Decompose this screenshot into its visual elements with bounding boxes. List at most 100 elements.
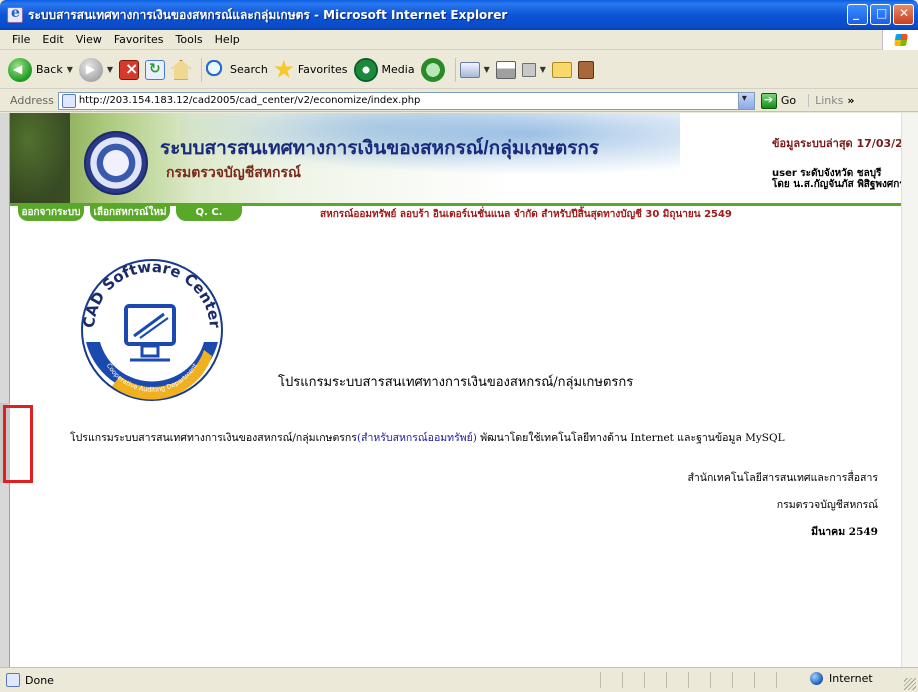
title-bar[interactable]: ระบบสารสนเทศทางการเงินของสหกรณ์และกลุ่มเ… bbox=[0, 0, 918, 30]
tab-qc[interactable]: Q. C. bbox=[176, 203, 242, 221]
mail-button[interactable]: ▼ bbox=[459, 61, 490, 78]
tab-logout[interactable]: ออกจากระบบ bbox=[18, 203, 84, 221]
media-button[interactable]: Media bbox=[353, 57, 415, 82]
maximize-button[interactable]: □ bbox=[870, 4, 891, 25]
search-label: Search bbox=[230, 63, 268, 76]
favorites-button[interactable]: Favorites bbox=[274, 59, 348, 80]
program-title: โปรแกรมระบบสารสนเทศทางการเงินของสหกรณ์/ก… bbox=[278, 375, 634, 390]
page-icon bbox=[61, 93, 76, 108]
address-input[interactable]: http://203.154.183.12/cad2005/cad_center… bbox=[57, 91, 755, 110]
resize-grip-icon[interactable] bbox=[904, 678, 916, 690]
maximize-icon: □ bbox=[876, 6, 888, 20]
address-bar: Address http://203.154.183.12/cad2005/ca… bbox=[0, 90, 918, 112]
menu-view[interactable]: View bbox=[70, 33, 108, 46]
print-button[interactable] bbox=[495, 60, 516, 79]
status-pane bbox=[710, 672, 732, 688]
site-banner: ระบบสารสนเทศทางการเงินของสหกรณ์/กลุ่มเกษ… bbox=[10, 113, 918, 203]
links-button[interactable]: Links» bbox=[808, 94, 854, 107]
print-icon bbox=[495, 60, 516, 79]
page-viewport: ระบบสารสนเทศทางการเงินของสหกรณ์/กลุ่มเกษ… bbox=[10, 113, 918, 667]
status-pane bbox=[732, 672, 754, 688]
menu-help[interactable]: Help bbox=[209, 33, 246, 46]
refresh-button[interactable] bbox=[145, 59, 166, 80]
tab-select-coop[interactable]: เลือกสหกรณ์ใหม่ bbox=[90, 203, 170, 221]
zone-label: Internet bbox=[829, 672, 873, 685]
close-button[interactable]: ✕ bbox=[893, 4, 914, 25]
toolbar-separator bbox=[454, 57, 456, 82]
site-subtitle: กรมตรวจบัญชีสหกรณ์ bbox=[166, 164, 301, 180]
user-name-text: โดย น.ส.กัญจันภัส พิสิฐพงศกร bbox=[772, 179, 905, 190]
department-seal-logo bbox=[84, 131, 148, 195]
search-icon bbox=[206, 59, 227, 80]
forward-arrow-icon bbox=[78, 57, 103, 82]
home-button[interactable] bbox=[171, 59, 192, 80]
last-update-text: ข้อมูลระบบล่าสุด 17/03/2549 bbox=[772, 137, 918, 150]
address-label: Address bbox=[10, 94, 54, 107]
status-pane bbox=[622, 672, 644, 688]
nav-strip: ออกจากระบบ เลือกสหกรณ์ใหม่ Q. C. สหกรณ์อ… bbox=[10, 203, 918, 223]
back-button[interactable]: Back ▼ bbox=[8, 57, 73, 82]
go-arrow-icon bbox=[760, 92, 777, 109]
status-pane bbox=[776, 672, 798, 688]
forward-button[interactable]: ▼ bbox=[78, 57, 113, 82]
links-label: Links bbox=[815, 94, 844, 107]
research-button[interactable] bbox=[577, 60, 594, 79]
status-pane bbox=[600, 672, 622, 688]
refresh-icon bbox=[145, 59, 166, 80]
edit-dropdown-icon[interactable]: ▼ bbox=[540, 65, 546, 74]
vertical-scrollbar[interactable] bbox=[901, 113, 918, 667]
window-controls: _ □ ✕ bbox=[847, 4, 914, 25]
stop-button[interactable] bbox=[119, 59, 140, 80]
release-date: มีนาคม 2549 bbox=[811, 526, 878, 538]
description-suffix: พัฒนาโดยใช้เทคโนโลยีทางด้าน Internet และ… bbox=[476, 432, 785, 444]
go-label: Go bbox=[780, 94, 797, 107]
research-icon bbox=[577, 60, 594, 79]
favorites-star-icon bbox=[274, 59, 294, 78]
links-chevron-icon: » bbox=[847, 94, 855, 107]
tree-decoration bbox=[10, 113, 70, 203]
security-zone[interactable]: Internet bbox=[810, 672, 873, 685]
media-label: Media bbox=[381, 63, 415, 76]
discuss-button[interactable] bbox=[551, 61, 572, 78]
ie-icon bbox=[7, 5, 23, 23]
highlight-box bbox=[3, 405, 33, 483]
back-label: Back bbox=[36, 63, 63, 76]
savings-coop-link[interactable]: (สำหรับสหกรณ์ออมทรัพย์) bbox=[357, 432, 477, 444]
menu-tools[interactable]: Tools bbox=[170, 33, 209, 46]
menu-edit[interactable]: Edit bbox=[36, 33, 69, 46]
history-icon bbox=[420, 57, 445, 82]
globe-icon bbox=[810, 672, 823, 685]
menu-file[interactable]: File bbox=[6, 33, 36, 46]
minimize-button[interactable]: _ bbox=[847, 4, 868, 25]
status-pane bbox=[644, 672, 666, 688]
status-pane bbox=[688, 672, 710, 688]
back-dropdown-icon[interactable]: ▼ bbox=[67, 65, 73, 74]
mail-icon bbox=[459, 61, 480, 78]
status-pane bbox=[754, 672, 776, 688]
toolbar: Back ▼ ▼ Search Favorites Media ▼ ▼ bbox=[0, 51, 918, 89]
back-arrow-icon bbox=[8, 57, 32, 82]
menu-favorites[interactable]: Favorites bbox=[108, 33, 170, 46]
forward-dropdown-icon[interactable]: ▼ bbox=[107, 65, 113, 74]
stop-icon bbox=[119, 59, 140, 80]
media-icon bbox=[353, 57, 378, 82]
department-name: กรมตรวจบัญชีสหกรณ์ bbox=[776, 499, 878, 511]
status-panes bbox=[600, 672, 798, 688]
history-button[interactable] bbox=[420, 57, 445, 82]
edit-icon bbox=[521, 62, 536, 77]
status-pane bbox=[666, 672, 688, 688]
minimize-icon: _ bbox=[853, 6, 859, 20]
left-frame-bar[interactable] bbox=[0, 113, 10, 667]
page-done-icon bbox=[6, 673, 20, 687]
toolbar-separator bbox=[201, 57, 203, 82]
search-button[interactable]: Search bbox=[206, 59, 268, 80]
description-prefix: โปรแกรมระบบสารสนเทศทางการเงินของสหกรณ์/ก… bbox=[70, 432, 357, 444]
windows-logo-icon bbox=[882, 30, 918, 50]
go-button[interactable]: Go bbox=[760, 92, 797, 109]
edit-button[interactable]: ▼ bbox=[521, 62, 546, 77]
address-dropdown-icon[interactable] bbox=[737, 92, 754, 109]
mail-dropdown-icon[interactable]: ▼ bbox=[484, 65, 490, 74]
favorites-label: Favorites bbox=[297, 63, 348, 76]
status-bar: Done Internet bbox=[0, 667, 918, 692]
address-url[interactable]: http://203.154.183.12/cad2005/cad_center… bbox=[79, 95, 421, 106]
